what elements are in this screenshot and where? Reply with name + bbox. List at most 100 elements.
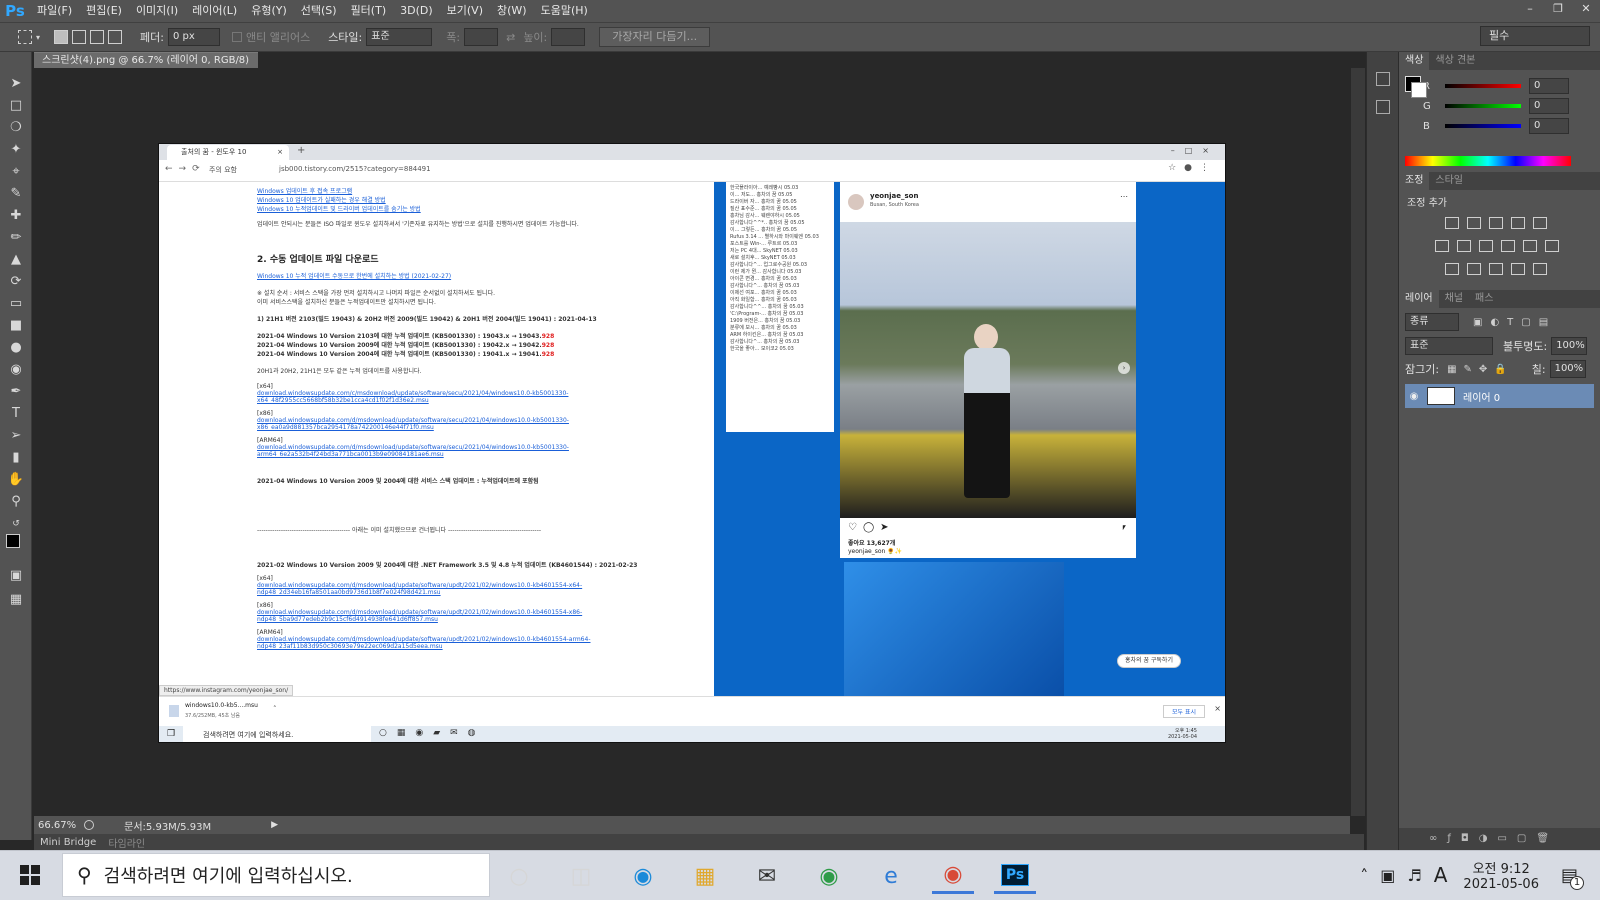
list-item[interactable]: 한국을 좋아... 모이코2 05.03 [730,345,830,352]
list-item[interactable]: 이런 제가 뭔... 감사합니다 05.03 [730,268,830,275]
color-lookup-icon[interactable] [1545,240,1559,252]
list-item[interactable]: 이제선 여포... 홍차의 꿈 05.03 [730,289,830,296]
share-icon[interactable] [84,820,95,830]
list-item[interactable]: 감사합니다^^*.. 홍차의 꿈 05.05 [730,219,830,226]
menu-3d[interactable]: 3D(D) [393,0,440,22]
bookmark-icon[interactable]: ⎖ [1120,522,1128,533]
insta-photo[interactable]: › [840,222,1136,518]
width-input[interactable] [464,28,499,46]
color-spectrum[interactable] [1405,156,1571,166]
tray-chevron-icon[interactable]: ˄ [1360,866,1368,885]
status-arrow-icon[interactable]: ▶ [271,820,278,830]
tab-channels[interactable]: 채널 [1439,290,1469,308]
edge-icon[interactable]: ◉ [622,858,664,894]
move-tool-icon[interactable]: ➤ [5,74,27,94]
list-item[interactable]: Rufus 3.14 ... 별하시와 마이웨엔 05.03 [730,233,830,240]
eyedropper-tool-icon[interactable]: ✎ [5,184,27,204]
foreground-color-swatch[interactable] [6,534,20,548]
ime-indicator[interactable]: A [1434,863,1448,887]
layer-filter-icons[interactable]: ▣◐T▢▤ [1473,317,1556,328]
clock[interactable]: 오전 9:12 2021-05-06 [1463,858,1539,892]
chrome-icon[interactable]: ◉ [932,858,974,894]
list-item[interactable]: 한국플라이아... 예레빵시 05.03 [730,184,830,191]
download-link[interactable]: download.windowsupdate.com/d/msdownload/… [257,582,697,596]
new-tab-icon[interactable]: + [297,145,305,156]
hand-tool-icon[interactable]: ✋ [5,470,27,490]
zoom-level[interactable]: 66.67% [38,820,76,831]
insta-avatar[interactable] [848,194,864,210]
download-link[interactable]: download.windowsupdate.com/d/msdownload/… [257,636,697,650]
download-link[interactable]: download.windowsupdate.com/d/msdownload/… [257,417,697,431]
list-item[interactable]: 저는 PC 4대... SkyNET 05.03 [730,247,830,254]
lasso-tool-icon[interactable]: ❍ [5,118,27,138]
screen-mode-icon[interactable]: ▦ [5,590,27,610]
dodge-tool-icon[interactable]: ◉ [5,360,27,380]
layer-name[interactable]: 레이어 0 [1463,389,1500,404]
tab-timeline[interactable]: 타임라인 [102,835,151,850]
list-item[interactable]: 'C:\Program-... 홍차의 꿈 05.03 [730,310,830,317]
layer-filter-select[interactable]: 종류 [1405,313,1459,331]
tab-styles[interactable]: 스타일 [1429,172,1469,190]
hue-saturation-icon[interactable] [1435,240,1449,252]
internet-explorer-icon[interactable]: e [870,858,912,894]
photo-filter-icon[interactable] [1501,240,1515,252]
tab-color[interactable]: 색상 [1399,52,1430,70]
close-icon[interactable]: ✕ [1574,1,1598,17]
download-link[interactable]: download.windowsupdate.com/d/msdownload/… [257,609,697,623]
list-item[interactable]: 아직 화일함... 홍차의 꿈 05.03 [730,296,830,303]
marquee-tool-icon[interactable]: □ [5,96,27,116]
shape-tool-icon[interactable]: ▮ [5,448,27,468]
download-link[interactable]: download.windowsupdate.com/c/msdownload/… [257,390,697,404]
red-slider[interactable] [1445,84,1521,88]
green-slider[interactable] [1445,104,1521,108]
volume-icon[interactable]: ♬ [1407,866,1421,885]
quick-mask-icon[interactable]: ▣ [5,566,27,586]
inner-taskbar-icons[interactable]: ○▦◉▰✉◍ [379,728,486,738]
list-item[interactable]: 감사합니다^... 홍차의 꿈 05.03 [730,338,830,345]
brush-tool-icon[interactable]: ✏ [5,228,27,248]
tab-swatches[interactable]: 색상 견본 [1429,52,1481,70]
globe-app-icon[interactable]: ◉ [808,858,850,894]
list-item[interactable]: 감사합니다^... 홍차의 꿈 05.03 [730,282,830,289]
type-tool-icon[interactable]: T [5,404,27,424]
document-tab[interactable]: 스크린샷(4).png @ 66.7% (레이어 0, RGB/8) × [34,52,258,82]
selective-color-icon[interactable] [1511,263,1525,275]
inner-start-icon[interactable]: ❒ [167,729,175,739]
fill-input[interactable]: 100% [1549,360,1586,378]
green-value[interactable]: 0 [1529,98,1569,114]
doc-size[interactable]: 문서:5.93M/5.93M [124,818,211,833]
history-brush-icon[interactable]: ⟳ [5,272,27,292]
cortana-icon[interactable]: ○ [498,858,540,894]
taskbar-search-box[interactable]: ⚲ 검색하려면 여기에 입력하십시오. [62,853,490,897]
pen-tool-icon[interactable]: ✒ [5,382,27,402]
tab-mini-bridge[interactable]: Mini Bridge [34,837,102,848]
invert-icon[interactable] [1445,263,1459,275]
list-item[interactable]: 새로 설치후... SkyNET 05.03 [730,254,830,261]
browser-tab-close-icon[interactable]: × [277,145,283,160]
add-selection-icon[interactable] [72,30,87,44]
refine-edge-button[interactable]: 가장자리 다듬기... [599,27,711,47]
list-item[interactable]: 이... 저도... 홍차의 꿈 05.05 [730,191,830,198]
minimize-icon[interactable]: – [1518,1,1542,17]
history-panel-icon[interactable] [1376,72,1390,86]
posterize-icon[interactable] [1467,263,1481,275]
layer-row[interactable]: ◉ 레이어 0 [1405,384,1594,408]
opacity-input[interactable]: 100% [1551,337,1588,355]
tab-adjustments[interactable]: 조정 [1399,172,1430,190]
browser-right-icons[interactable]: ☆●⋮ [1168,163,1217,173]
show-all-button[interactable]: 모두 표시 [1163,705,1205,718]
menu-layer[interactable]: 레이어(L) [185,0,244,22]
menu-file[interactable]: 파일(F) [30,0,79,22]
browser-nav-icons[interactable]: ←→⟳ [165,164,206,174]
menu-image[interactable]: 이미지(I) [129,0,185,22]
canvas-vertical-scrollbar[interactable] [1351,68,1365,816]
intersect-selection-icon[interactable] [108,30,123,44]
blur-tool-icon[interactable]: ● [5,338,27,358]
insta-action-icons[interactable]: ♡◯➤ [848,522,895,533]
style-select[interactable]: 표준 [366,28,433,46]
path-select-icon[interactable]: ➢ [5,426,27,446]
menu-help[interactable]: 도움말(H) [534,0,595,22]
notification-icon[interactable]: ▤ 1 [1561,865,1584,890]
curves-icon[interactable] [1489,217,1503,229]
list-item[interactable]: 포스트를 Win-... 루트르 05.03 [730,240,830,247]
